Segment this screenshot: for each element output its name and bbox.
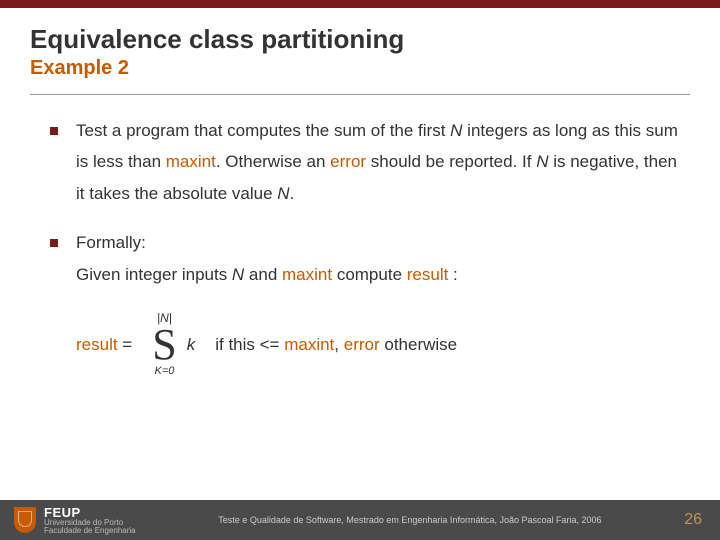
slide: { "header": { "title": "Equivalence clas… (0, 0, 720, 540)
text: . Otherwise an (216, 152, 330, 171)
text: , (334, 335, 343, 354)
bullet-1-text: Test a program that computes the sum of … (76, 115, 680, 209)
text: Given integer inputs (76, 265, 232, 284)
bullet-marker-icon (50, 127, 58, 135)
text: Test a program that computes the sum of … (76, 121, 450, 140)
text: Formally: (76, 233, 146, 252)
top-accent-bar (0, 0, 720, 8)
header: Equivalence class partitioning Example 2 (0, 8, 720, 86)
bullet-1: Test a program that computes the sum of … (50, 115, 680, 209)
var-N: N (277, 184, 289, 203)
text: compute (332, 265, 407, 284)
formula-lhs: result = (76, 329, 132, 360)
slide-subtitle: Example 2 (30, 57, 690, 80)
shield-icon (14, 507, 36, 533)
bullet-2-text: Formally: Given integer inputs N and max… (76, 227, 680, 290)
kw-maxint: maxint (282, 265, 332, 284)
kw-result: result (407, 265, 449, 284)
var-N: N (536, 152, 548, 171)
page-number: 26 (684, 511, 720, 529)
kw-maxint: maxint (166, 152, 216, 171)
sigma-block: |N| S K=0 (152, 312, 176, 377)
text: . (290, 184, 295, 203)
content-area: Test a program that computes the sum of … (0, 95, 720, 377)
text: : (448, 265, 457, 284)
text: should be reported. If (366, 152, 536, 171)
bullet-2: Formally: Given integer inputs N and max… (50, 227, 680, 290)
eq-sign: = (118, 335, 133, 354)
bullet-marker-icon (50, 239, 58, 247)
footer-caption: Teste e Qualidade de Software, Mestrado … (136, 515, 685, 525)
var-N: N (450, 121, 462, 140)
logo-acronym: FEUP (44, 506, 136, 519)
text: otherwise (380, 335, 457, 354)
footer-bar: FEUP Universidade do Porto Faculdade de … (0, 500, 720, 540)
text: and (244, 265, 282, 284)
slide-title: Equivalence class partitioning (30, 24, 690, 55)
text: if this <= (215, 335, 284, 354)
formula-condition: if this <= maxint, error otherwise (215, 329, 457, 360)
kw-maxint: maxint (284, 335, 334, 354)
kw-error: error (330, 152, 366, 171)
var-result: result (76, 335, 118, 354)
var-N: N (232, 265, 244, 284)
logo-line-2: Faculdade de Engenharia (44, 527, 136, 535)
logo-text: FEUP Universidade do Porto Faculdade de … (44, 506, 136, 535)
formula: result = |N| S K=0 k if this <= maxint, … (50, 308, 680, 377)
sigma-lower: K=0 (155, 365, 175, 377)
logo: FEUP Universidade do Porto Faculdade de … (0, 506, 136, 535)
summand-k: k (187, 329, 196, 360)
sigma-symbol: S (152, 325, 176, 365)
kw-error: error (344, 335, 380, 354)
